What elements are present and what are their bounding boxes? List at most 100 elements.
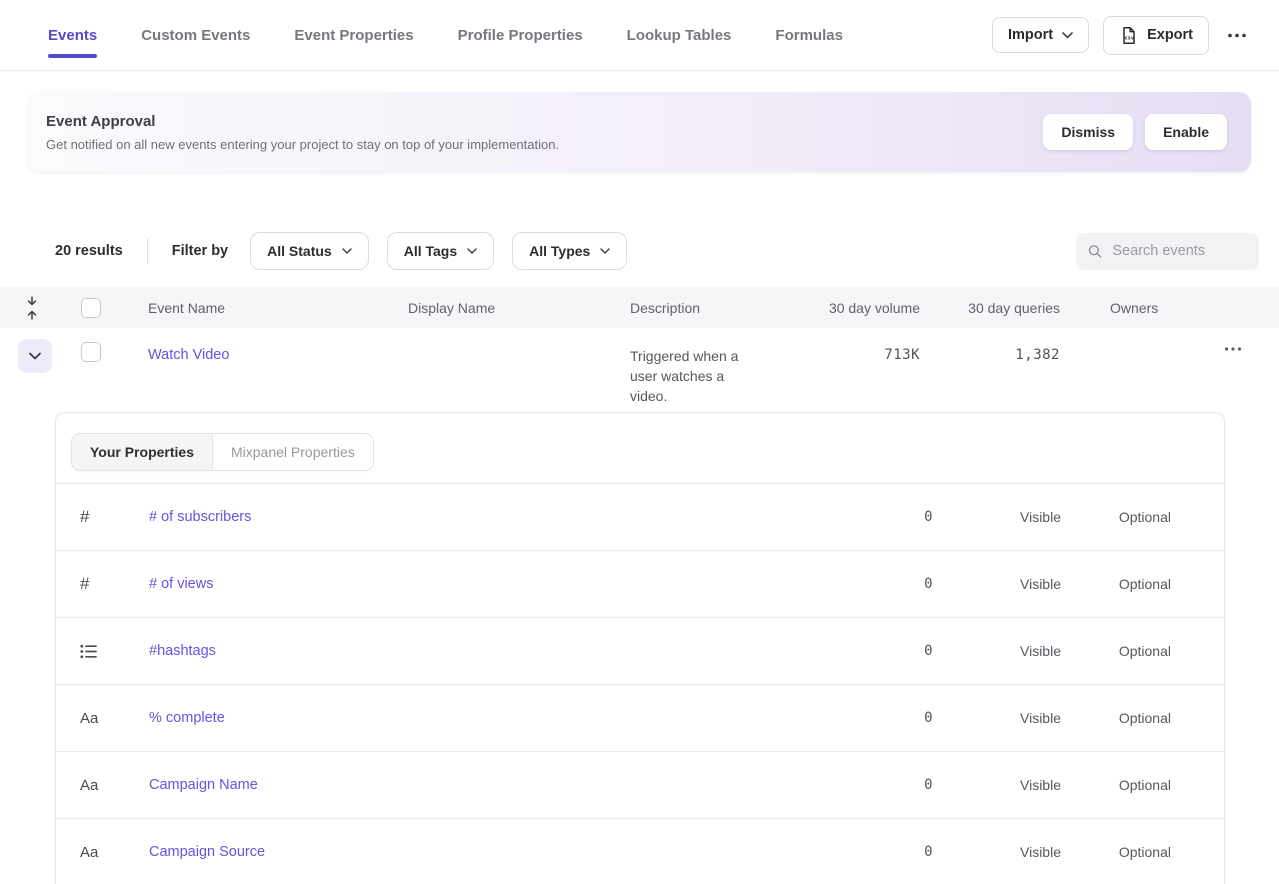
ellipsis-icon bbox=[1224, 347, 1242, 351]
property-name-link[interactable]: Campaign Name bbox=[149, 777, 833, 793]
select-all-checkbox[interactable] bbox=[81, 298, 101, 318]
chevron-down-icon bbox=[342, 248, 352, 254]
list-type-icon bbox=[56, 644, 149, 659]
property-visibility: Visible bbox=[933, 643, 1061, 659]
row-checkbox[interactable] bbox=[81, 342, 101, 362]
divider bbox=[147, 238, 148, 264]
properties-tabs-header: Your Properties Mixpanel Properties bbox=[56, 413, 1224, 484]
collapse-all-icon[interactable] bbox=[25, 296, 39, 320]
property-volume: 0 bbox=[833, 710, 933, 726]
tab-your-properties[interactable]: Your Properties bbox=[72, 434, 212, 470]
top-navbar: Events Custom Events Event Properties Pr… bbox=[0, 0, 1279, 71]
tab-event-properties[interactable]: Event Properties bbox=[294, 0, 413, 70]
types-filter-dropdown[interactable]: All Types bbox=[512, 232, 627, 270]
ellipsis-icon bbox=[1227, 33, 1247, 38]
property-row[interactable]: Aa % complete 0 Visible Optional bbox=[56, 685, 1224, 752]
property-name-link[interactable]: % complete bbox=[149, 710, 833, 726]
search-icon bbox=[1088, 243, 1102, 260]
event-row-watch-video[interactable]: Watch Video Triggered when a user watche… bbox=[0, 328, 1279, 412]
property-row[interactable]: Aa Campaign Source 0 Visible Optional bbox=[56, 819, 1224, 884]
column-header-display-name: Display Name bbox=[380, 300, 610, 316]
chevron-down-icon bbox=[29, 352, 41, 360]
property-volume: 0 bbox=[833, 576, 933, 592]
export-button-label: Export bbox=[1147, 27, 1193, 43]
event-volume: 713K bbox=[790, 328, 920, 363]
column-header-description: Description bbox=[610, 300, 790, 316]
collapse-row-button[interactable] bbox=[18, 339, 52, 373]
tags-filter-dropdown[interactable]: All Tags bbox=[387, 232, 494, 270]
chevron-down-icon bbox=[600, 248, 610, 254]
event-description: Triggered when a user watches a video. bbox=[610, 328, 790, 406]
tab-formulas[interactable]: Formulas bbox=[775, 0, 843, 70]
property-visibility: Visible bbox=[933, 576, 1061, 592]
property-name-link[interactable]: # of views bbox=[149, 576, 833, 592]
number-type-icon: # bbox=[56, 574, 149, 594]
property-visibility: Visible bbox=[933, 844, 1061, 860]
property-visibility: Visible bbox=[933, 777, 1061, 793]
tab-profile-properties[interactable]: Profile Properties bbox=[458, 0, 583, 70]
csv-file-icon: csv bbox=[1119, 26, 1138, 45]
property-requirement: Optional bbox=[1061, 509, 1171, 525]
property-volume: 0 bbox=[833, 643, 933, 659]
properties-tab-group: Your Properties Mixpanel Properties bbox=[71, 433, 374, 471]
tab-lookup-tables[interactable]: Lookup Tables bbox=[627, 0, 732, 70]
property-volume: 0 bbox=[833, 844, 933, 860]
tab-mixpanel-properties[interactable]: Mixpanel Properties bbox=[212, 434, 373, 470]
import-button-label: Import bbox=[1008, 27, 1053, 43]
search-events-box[interactable] bbox=[1076, 233, 1259, 270]
event-approval-banner: Event Approval Get notified on all new e… bbox=[28, 92, 1251, 172]
property-row[interactable]: #hashtags 0 Visible Optional bbox=[56, 618, 1224, 685]
event-queries: 1,382 bbox=[920, 328, 1060, 363]
nav-actions: Import csv Export bbox=[992, 16, 1251, 55]
types-filter-label: All Types bbox=[529, 243, 590, 259]
events-table-header: Event Name Display Name Description 30 d… bbox=[0, 287, 1279, 328]
results-count: 20 results bbox=[55, 243, 123, 259]
export-button[interactable]: csv Export bbox=[1103, 16, 1209, 55]
property-requirement: Optional bbox=[1061, 777, 1171, 793]
tab-custom-events[interactable]: Custom Events bbox=[141, 0, 250, 70]
property-name-link[interactable]: # of subscribers bbox=[149, 509, 833, 525]
tags-filter-label: All Tags bbox=[404, 243, 457, 259]
event-name-link[interactable]: Watch Video bbox=[120, 328, 229, 363]
filter-toolbar: 20 results Filter by All Status All Tags… bbox=[0, 232, 1279, 270]
nav-tabs: Events Custom Events Event Properties Pr… bbox=[48, 0, 843, 70]
property-visibility: Visible bbox=[933, 710, 1061, 726]
column-header-event-name: Event Name bbox=[120, 300, 380, 316]
more-options-button[interactable] bbox=[1223, 27, 1251, 44]
banner-description: Get notified on all new events entering … bbox=[46, 137, 559, 152]
property-requirement: Optional bbox=[1061, 710, 1171, 726]
text-type-icon: Aa bbox=[56, 844, 149, 861]
banner-actions: Dismiss Enable bbox=[1043, 114, 1227, 150]
text-type-icon: Aa bbox=[56, 710, 149, 727]
column-header-queries: 30 day queries bbox=[920, 300, 1060, 316]
status-filter-dropdown[interactable]: All Status bbox=[250, 232, 369, 270]
number-type-icon: # bbox=[56, 507, 149, 527]
import-button[interactable]: Import bbox=[992, 17, 1089, 53]
dismiss-button[interactable]: Dismiss bbox=[1043, 114, 1133, 150]
property-name-link[interactable]: Campaign Source bbox=[149, 844, 833, 860]
property-row[interactable]: # # of views 0 Visible Optional bbox=[56, 551, 1224, 618]
search-input[interactable] bbox=[1112, 243, 1247, 259]
property-name-link[interactable]: #hashtags bbox=[149, 643, 833, 659]
filter-by-label: Filter by bbox=[172, 243, 228, 259]
property-requirement: Optional bbox=[1061, 844, 1171, 860]
property-volume: 0 bbox=[833, 777, 933, 793]
text-type-icon: Aa bbox=[56, 777, 149, 794]
svg-text:csv: csv bbox=[1124, 35, 1134, 41]
property-row[interactable]: # # of subscribers 0 Visible Optional bbox=[56, 484, 1224, 551]
property-volume: 0 bbox=[833, 509, 933, 525]
column-header-volume: 30 day volume bbox=[790, 300, 920, 316]
status-filter-label: All Status bbox=[267, 243, 332, 259]
property-requirement: Optional bbox=[1061, 576, 1171, 592]
row-more-options-button[interactable] bbox=[1220, 341, 1246, 357]
banner-title: Event Approval bbox=[46, 113, 559, 130]
chevron-down-icon bbox=[467, 248, 477, 254]
property-row[interactable]: Aa Campaign Name 0 Visible Optional bbox=[56, 752, 1224, 819]
enable-button[interactable]: Enable bbox=[1145, 114, 1227, 150]
tab-events[interactable]: Events bbox=[48, 0, 97, 70]
event-properties-panel: Your Properties Mixpanel Properties # # … bbox=[55, 412, 1225, 884]
property-requirement: Optional bbox=[1061, 643, 1171, 659]
property-visibility: Visible bbox=[933, 509, 1061, 525]
column-header-owners: Owners bbox=[1060, 300, 1220, 316]
chevron-down-icon bbox=[1062, 32, 1073, 39]
